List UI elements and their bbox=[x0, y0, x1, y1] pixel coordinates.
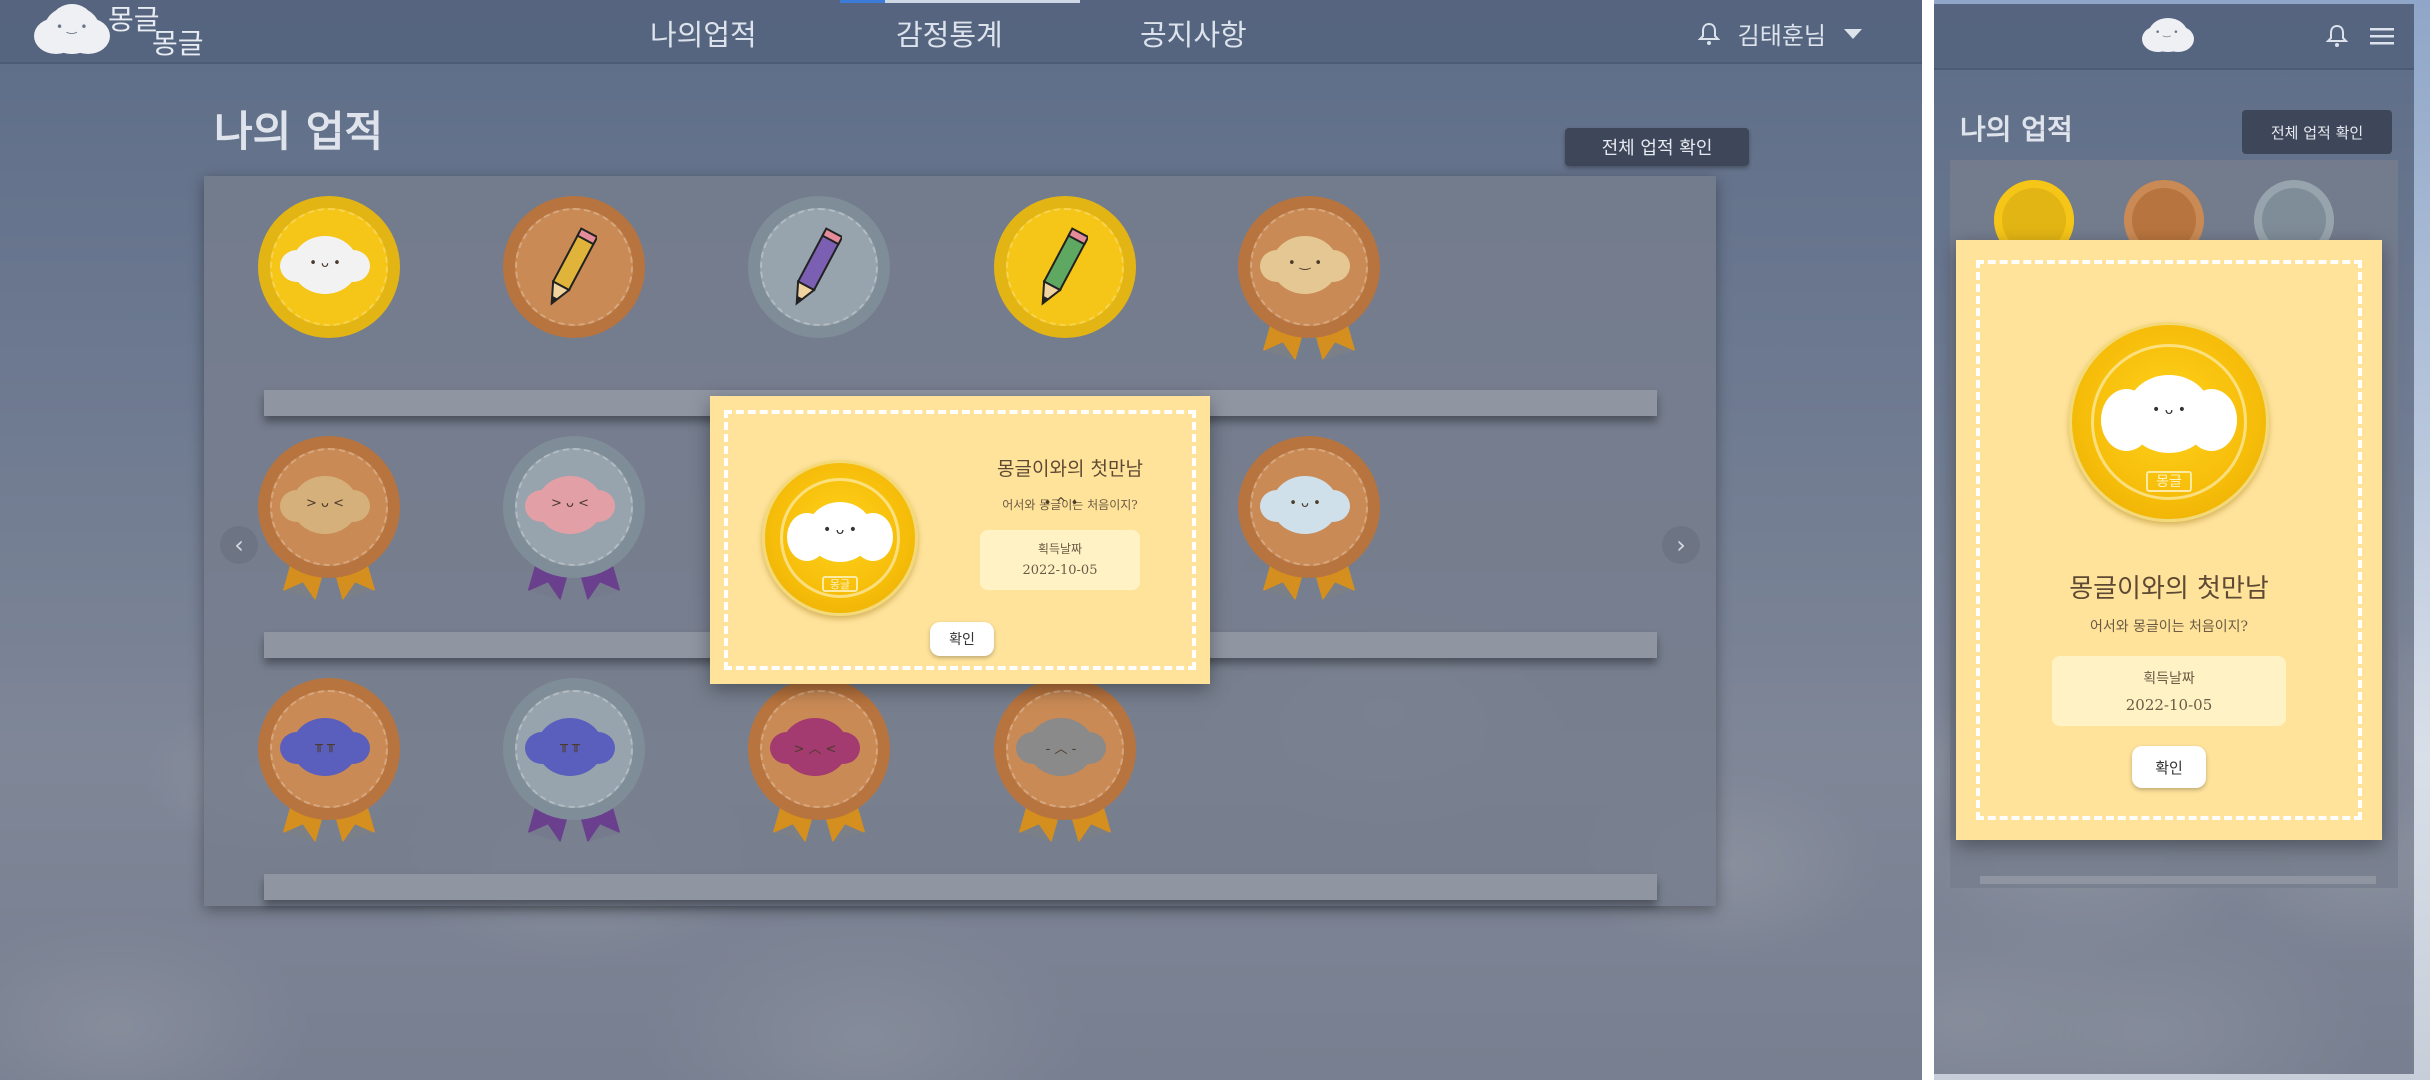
cloud-face-expression: > ᴗ < bbox=[550, 496, 589, 511]
date-value: 2022-10-05 bbox=[2125, 696, 2213, 714]
cloud-face-icon: ╥ ╥ bbox=[525, 718, 615, 776]
hamburger-menu-icon[interactable] bbox=[2370, 26, 2394, 46]
achievement-badge[interactable]: - ︿ - bbox=[990, 678, 1140, 848]
date-value: 2022-10-05 bbox=[1022, 563, 1098, 578]
acquired-date-box: 획득날짜 2022-10-05 bbox=[980, 530, 1140, 590]
bell-icon[interactable] bbox=[1697, 22, 1720, 46]
achievement-modal: • ᴗ • 몽글 몽글이와의 첫만남 어서와 몽글이는 처음이지? 획득날짜 2… bbox=[710, 396, 1210, 684]
achievement-badge[interactable] bbox=[990, 196, 1140, 366]
cloud-logo-icon[interactable] bbox=[2148, 18, 2188, 52]
loading-indicator bbox=[840, 0, 1080, 3]
achievement-badge[interactable]: ╥ ╥ bbox=[254, 678, 404, 848]
view-all-achievements-button[interactable]: 전체 업적 확인 bbox=[1565, 128, 1749, 166]
cloud-face-expression: - ︿ - bbox=[1045, 742, 1077, 757]
chevron-down-icon[interactable] bbox=[1844, 28, 1862, 39]
pencil-icon bbox=[1041, 227, 1088, 306]
mobile-modal-title: 몽글이와의 첫만남 bbox=[2069, 574, 2269, 604]
nav-my-achievements[interactable]: 나의업적 bbox=[650, 12, 757, 54]
confirm-button[interactable]: 확인 bbox=[930, 622, 994, 656]
medal-plate: 몽글 bbox=[822, 575, 858, 592]
gold-medal-icon: • ᴗ • 몽글 bbox=[2069, 322, 2269, 522]
pencil-icon bbox=[550, 227, 597, 306]
medal-plate: 몽글 bbox=[2145, 470, 2193, 492]
cloud-face-icon: • ᴗ • bbox=[1260, 476, 1350, 534]
achievement-badge[interactable]: > ᴗ < bbox=[499, 436, 649, 606]
gold-medal-icon: • ᴗ • 몽글 bbox=[762, 460, 918, 616]
mobile-view-all-button[interactable]: 전체 업적 확인 bbox=[2242, 110, 2392, 154]
achievement-badge[interactable]: ╥ ╥ bbox=[499, 678, 649, 848]
nav-emotion-stats[interactable]: 감정통계 bbox=[896, 12, 1003, 54]
logo-text: 몽글 몽글 bbox=[108, 6, 204, 58]
cloud-logo-icon bbox=[44, 6, 100, 54]
cloud-face-icon: > ᴗ < bbox=[525, 476, 615, 534]
modal-title: 몽글이와의 첫만남 bbox=[997, 458, 1143, 480]
date-label: 획득날짜 bbox=[1037, 542, 1083, 556]
top-navigation-bar: 몽글 몽글 나의업적 감정통계 공지사항 김태훈님 bbox=[0, 0, 1922, 64]
mobile-modal-subtitle: 어서와 몽글이는 처음이지? bbox=[2089, 619, 2249, 635]
cloud-face-icon: • ᴗ • bbox=[787, 502, 893, 562]
achievement-badge[interactable] bbox=[499, 196, 649, 366]
cloud-face-expression: • ᴗ • bbox=[1289, 496, 1321, 511]
achievement-badge[interactable]: > ︿ < bbox=[744, 678, 894, 848]
achievement-badge[interactable]: • ‿ • bbox=[1234, 196, 1384, 366]
pencil-icon bbox=[795, 227, 842, 306]
achievement-badge[interactable] bbox=[744, 196, 894, 366]
mobile-acquired-date-box: 획득날짜 2022-10-05 bbox=[2052, 656, 2286, 726]
shelf-3 bbox=[264, 874, 1657, 900]
cloud-face-icon: > ︿ < bbox=[770, 718, 860, 776]
achievement-badge[interactable]: > ᴗ < bbox=[254, 436, 404, 606]
mobile-achievement-modal: • ᴗ • 몽글 몽글이와의 첫만남 어서와 몽글이는 처음이지? 획득날짜 2… bbox=[1956, 240, 2382, 840]
cloud-face: • ᴗ • bbox=[2152, 401, 2186, 418]
cloud-face-icon: ╥ ╥ bbox=[280, 718, 370, 776]
cloud-face-icon: • ᴗ • bbox=[280, 236, 370, 294]
cloud-face-expression: ╥ ╥ bbox=[560, 738, 580, 753]
logo[interactable]: 몽글 몽글 bbox=[44, 6, 204, 58]
cloud-face-expression: • ^ • bbox=[1043, 496, 1079, 511]
page-title: 나의 업적 bbox=[214, 107, 384, 156]
bell-icon[interactable] bbox=[2325, 24, 2349, 52]
cloud-face-expression: • ᴗ • bbox=[309, 256, 341, 271]
cloud-face-icon: > ᴗ < bbox=[280, 476, 370, 534]
achievement-badge[interactable]: • ᴗ • bbox=[254, 196, 404, 366]
view-divider bbox=[1922, 0, 1934, 1080]
cloud-face-icon: • ᴗ • bbox=[2100, 375, 2238, 454]
mobile-page-title: 나의 업적 bbox=[1960, 113, 2073, 146]
cloud-face-icon: • ‿ • bbox=[1260, 236, 1350, 294]
date-label: 획득날짜 bbox=[2143, 671, 2195, 687]
user-menu[interactable]: 김태훈님 bbox=[1697, 16, 1862, 51]
nav-notices[interactable]: 공지사항 bbox=[1140, 12, 1247, 54]
mobile-confirm-button[interactable]: 확인 bbox=[2132, 746, 2206, 788]
desktop-view: 몽글 몽글 나의업적 감정통계 공지사항 김태훈님 나의 업적 전체 업적 확인… bbox=[0, 0, 1922, 1080]
user-name[interactable]: 김태훈님 bbox=[1738, 16, 1826, 51]
cloud-face-expression: > ᴗ < bbox=[305, 496, 344, 511]
mobile-top-bar bbox=[1934, 4, 2414, 70]
next-arrow-button[interactable]: › bbox=[1662, 526, 1700, 564]
prev-arrow-button[interactable]: ‹ bbox=[220, 526, 258, 564]
cloud-face-expression: ╥ ╥ bbox=[315, 738, 335, 753]
achievement-badge[interactable]: • ᴗ • bbox=[1234, 436, 1384, 606]
mobile-shelf bbox=[1980, 876, 2376, 884]
cloud-face-expression: > ︿ < bbox=[793, 742, 837, 757]
cloud-face: • ᴗ • bbox=[823, 522, 857, 539]
cloud-face-icon: - ︿ - bbox=[1016, 718, 1106, 776]
mobile-view: 나의 업적 전체 업적 확인 • ᴗ • 몽글 몽글이와의 첫만남 어서와 몽글… bbox=[1934, 4, 2414, 1074]
logo-text-line2: 몽글 bbox=[152, 27, 204, 60]
cloud-face-expression: • ‿ • bbox=[1287, 256, 1323, 271]
